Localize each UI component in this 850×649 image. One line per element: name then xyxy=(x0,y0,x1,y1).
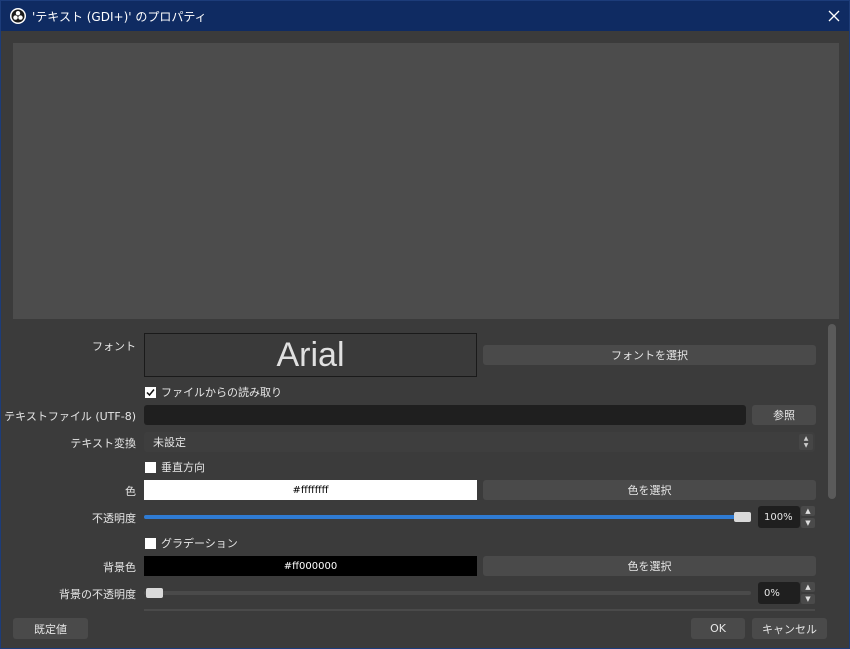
select-bg-color-button[interactable]: 色を選択 xyxy=(483,556,816,576)
ok-button[interactable]: OK xyxy=(691,618,745,639)
spin-down-icon[interactable]: ▼ xyxy=(801,594,815,604)
select-color-button[interactable]: 色を選択 xyxy=(483,480,816,500)
opacity-slider[interactable] xyxy=(144,515,751,519)
opacity-slider-fill xyxy=(144,515,740,519)
checkbox-unchecked[interactable] xyxy=(145,537,156,549)
read-from-file-label: ファイルからの読み取り xyxy=(161,386,282,399)
title-bar[interactable]: 'テキスト (GDI+)' のプロパティ xyxy=(1,1,849,31)
checkbox-unchecked[interactable] xyxy=(145,461,156,473)
defaults-button[interactable]: 既定値 xyxy=(13,618,88,639)
source-preview xyxy=(13,43,839,319)
properties-dialog: 'テキスト (GDI+)' のプロパティ フォント Arial フォントを選択 … xyxy=(0,0,850,649)
spin-up-icon[interactable]: ▲ xyxy=(801,582,815,592)
opacity-slider-handle[interactable] xyxy=(734,512,751,522)
color-label: 色 xyxy=(125,485,136,498)
vertical-checkbox[interactable]: 垂直方向 xyxy=(145,459,205,475)
text-transform-label: テキスト変換 xyxy=(70,437,136,450)
bg-color-swatch: #ff000000 xyxy=(144,556,477,576)
window-title: 'テキスト (GDI+)' のプロパティ xyxy=(32,9,207,24)
opacity-spinbox[interactable]: 100% xyxy=(758,506,800,528)
bg-opacity-spin-buttons: ▲ ▼ xyxy=(801,582,815,604)
spin-down-icon[interactable]: ▼ xyxy=(801,518,815,528)
bg-opacity-slider[interactable] xyxy=(144,591,751,595)
spin-up-icon[interactable]: ▲ xyxy=(801,506,815,516)
gradient-label: グラデーション xyxy=(161,537,238,550)
opacity-label: 不透明度 xyxy=(92,512,136,525)
color-swatch: #ffffffff xyxy=(144,480,477,500)
next-row-partial xyxy=(144,609,815,611)
read-from-file-checkbox[interactable]: ファイルからの読み取り xyxy=(145,384,282,400)
close-icon xyxy=(828,10,840,22)
bg-opacity-label: 背景の不透明度 xyxy=(59,588,136,601)
select-font-button[interactable]: フォントを選択 xyxy=(483,345,816,365)
bg-opacity-spinbox[interactable]: 0% xyxy=(758,582,800,604)
close-button[interactable] xyxy=(819,1,849,31)
bg-color-label: 背景色 xyxy=(103,561,136,574)
obs-logo-icon xyxy=(10,8,26,24)
properties-scrollbar[interactable] xyxy=(827,324,837,610)
gradient-checkbox[interactable]: グラデーション xyxy=(145,535,238,551)
text-transform-select[interactable]: 未設定 ▲ ▼ xyxy=(144,432,815,452)
text-transform-value: 未設定 xyxy=(153,436,186,449)
vertical-label: 垂直方向 xyxy=(161,461,205,474)
font-label: フォント xyxy=(92,340,136,353)
checkmark-icon xyxy=(146,388,155,396)
text-file-label: テキストファイル (UTF-8) xyxy=(4,410,136,423)
dropdown-arrows-icon: ▲ ▼ xyxy=(799,434,813,450)
bg-opacity-slider-handle[interactable] xyxy=(146,588,163,598)
browse-button[interactable]: 参照 xyxy=(752,405,816,425)
cancel-button[interactable]: キャンセル xyxy=(752,618,827,639)
text-file-input[interactable] xyxy=(144,405,746,425)
font-preview: Arial xyxy=(144,333,477,377)
checkbox-checked[interactable] xyxy=(145,386,156,398)
scrollbar-thumb[interactable] xyxy=(828,324,836,499)
opacity-spin-buttons: ▲ ▼ xyxy=(801,506,815,528)
